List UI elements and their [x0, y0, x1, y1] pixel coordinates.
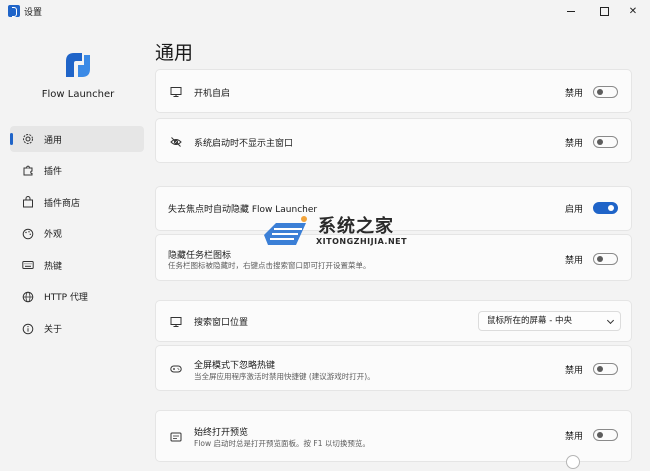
toggle-state-label: 禁用	[565, 89, 584, 99]
sidebar-item-label: 关于	[44, 325, 63, 336]
app-icon	[8, 5, 20, 17]
sidebar-item-about[interactable]: 关于	[10, 316, 144, 342]
toggle-state-label: 禁用	[565, 366, 584, 376]
gear-icon	[22, 133, 34, 145]
globe-icon	[22, 291, 34, 303]
window-title: 设置	[24, 8, 43, 18]
slider-handle[interactable]	[566, 455, 580, 469]
gamepad-icon	[170, 363, 182, 375]
setting-card-ignore-hotkeys-fullscreen: 全屏模式下忽略热键 当全屏应用程序激活时禁用快捷键 (建议游戏时打开)。 禁用	[155, 345, 632, 391]
watermark-url: XITONGZHIJIA.NET	[316, 237, 408, 246]
toggle-state-label: 禁用	[565, 139, 584, 149]
flow-launcher-logo-icon	[66, 53, 90, 77]
minimize-button[interactable]	[562, 3, 580, 19]
select-value: 鼠标所在的屏幕 - 中央	[487, 316, 572, 326]
puzzle-icon	[22, 165, 34, 177]
monitor-icon	[170, 316, 182, 328]
preview-icon	[170, 431, 182, 443]
toggle-state-label: 启用	[565, 205, 584, 215]
watermark-text: 系统之家	[318, 216, 394, 237]
sidebar-item-label: 热键	[44, 261, 63, 272]
startup-toggle[interactable]	[593, 86, 618, 98]
app-name: Flow Launcher	[41, 89, 115, 100]
sidebar-item-plugin-store[interactable]: 插件商店	[10, 189, 144, 215]
toggle-state-label: 禁用	[565, 256, 584, 266]
palette-icon	[22, 228, 34, 240]
sidebar-item-label: 外观	[44, 230, 63, 241]
toggle-state-label: 禁用	[565, 432, 584, 442]
search-window-position-select[interactable]: 鼠标所在的屏幕 - 中央	[478, 311, 621, 331]
store-icon	[22, 196, 34, 208]
sidebar-item-plugins[interactable]: 插件	[10, 158, 144, 184]
setting-description: 任务栏图标被隐藏时，右键点击搜索窗口即可打开设置菜单。	[168, 261, 371, 270]
sidebar-item-label: 插件商店	[44, 198, 81, 209]
setting-card-search-window-position: 搜索窗口位置 鼠标所在的屏幕 - 中央	[155, 300, 632, 342]
setting-description: Flow 启动时总是打开预览面板。按 F1 以切换预览。	[194, 439, 370, 448]
setting-title: 始终打开预览	[194, 428, 249, 438]
setting-description: 当全屏应用程序激活时禁用快捷键 (建议游戏时打开)。	[194, 372, 375, 381]
setting-title: 开机自启	[194, 89, 231, 99]
monitor-icon	[170, 86, 182, 98]
hide-tray-icon-toggle[interactable]	[593, 253, 618, 265]
sidebar-item-hotkeys[interactable]: 热键	[10, 252, 144, 278]
setting-card-hide-on-startup: 系统启动时不显示主窗口 禁用	[155, 118, 632, 163]
hide-on-startup-toggle[interactable]	[593, 136, 618, 148]
title-bar: 设置 ✕	[0, 0, 650, 22]
setting-card-always-preview: 始终打开预览 Flow 启动时总是打开预览面板。按 F1 以切换预览。 禁用	[155, 410, 632, 462]
setting-title: 系统启动时不显示主窗口	[194, 139, 294, 149]
hide-on-lose-focus-toggle[interactable]	[593, 202, 618, 214]
sidebar-nav: 通用 插件 插件商店 外观 热键 HTTP 代理 关于	[10, 126, 144, 347]
setting-card-startup: 开机自启 禁用	[155, 69, 632, 113]
sidebar-item-http-proxy[interactable]: HTTP 代理	[10, 284, 144, 310]
info-icon	[22, 323, 34, 335]
setting-title: 搜索窗口位置	[194, 318, 249, 328]
always-preview-toggle[interactable]	[593, 429, 618, 441]
keyboard-icon	[22, 259, 34, 271]
sidebar-item-general[interactable]: 通用	[10, 126, 144, 152]
close-button[interactable]: ✕	[624, 3, 642, 19]
sidebar-item-label: HTTP 代理	[44, 293, 88, 304]
setting-title: 全屏模式下忽略热键	[194, 361, 276, 371]
watermark-logo-icon	[264, 216, 307, 245]
maximize-button[interactable]	[595, 3, 613, 19]
setting-title: 失去焦点时自动隐藏 Flow Launcher	[168, 205, 318, 215]
chevron-down-icon	[606, 316, 615, 325]
sidebar-item-appearance[interactable]: 外观	[10, 221, 144, 247]
eye-off-icon	[170, 136, 182, 148]
sidebar-item-label: 通用	[44, 135, 63, 146]
page-title: 通用	[155, 42, 194, 64]
sidebar-item-label: 插件	[44, 167, 63, 178]
ignore-hotkeys-fullscreen-toggle[interactable]	[593, 363, 618, 375]
